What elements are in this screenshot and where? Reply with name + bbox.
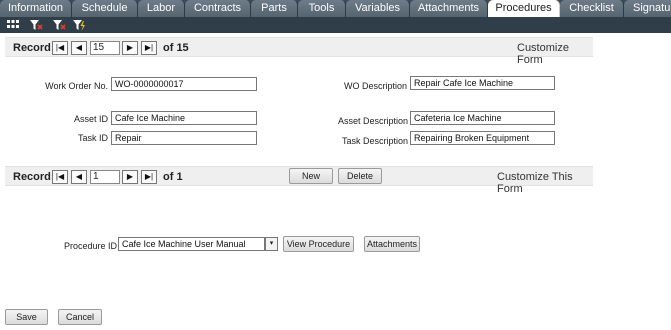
tab-information[interactable]: Information (0, 0, 72, 17)
last-icon: ▶| (144, 43, 154, 52)
previous-icon: ◀ (75, 172, 83, 181)
filter-clear-icon[interactable] (52, 18, 66, 32)
record-navigator-bottom: Record: |◀ ◀ 1 ▶ ▶| of 1 New Delete Cust… (5, 166, 593, 195)
first-record-button[interactable]: |◀ (52, 41, 68, 55)
asset-description-label: Asset Description (337, 116, 408, 126)
next-icon: ▶ (126, 43, 134, 52)
wo-no-label: Work Order No. (45, 81, 108, 91)
asset-id-label: Asset ID (73, 114, 108, 124)
tab-contracts[interactable]: Contracts (185, 0, 251, 17)
next-record-button[interactable]: ▶ (122, 41, 138, 55)
first-record-button[interactable]: |◀ (52, 170, 68, 184)
task-description-field[interactable]: Repairing Broken Equipment (410, 131, 555, 145)
tab-bar: Information Schedule Labor Contracts Par… (0, 0, 671, 17)
wo-description-label: WO Description (343, 81, 407, 91)
asset-description-field[interactable]: Cafeteria Ice Machine (410, 111, 555, 125)
previous-record-button[interactable]: ◀ (71, 41, 87, 55)
filter-lightning-icon[interactable] (72, 18, 86, 32)
next-icon: ▶ (126, 172, 134, 181)
attachments-button[interactable]: Attachments (364, 236, 420, 252)
record-count: of 15 (163, 42, 189, 54)
last-record-button[interactable]: ▶| (141, 170, 157, 184)
wo-description-field[interactable]: Repair Cafe Ice Machine (410, 76, 555, 90)
delete-button[interactable]: Delete (338, 168, 382, 184)
new-button[interactable]: New (289, 168, 333, 184)
cancel-button[interactable]: Cancel (58, 309, 102, 325)
record-number-input[interactable]: 15 (90, 41, 120, 55)
customize-form-link[interactable]: Customize Form (517, 42, 593, 66)
first-icon: |◀ (55, 172, 65, 181)
first-icon: |◀ (55, 43, 65, 52)
tab-parts[interactable]: Parts (251, 0, 298, 17)
record-number-input[interactable]: 1 (90, 170, 120, 184)
tab-variables[interactable]: Variables (346, 0, 410, 17)
task-id-label: Task ID (77, 133, 108, 143)
save-button[interactable]: Save (5, 309, 48, 325)
chevron-down-icon: ▾ (269, 240, 274, 247)
last-icon: ▶| (144, 172, 154, 181)
procedure-id-field[interactable]: Cafe Ice Machine User Manual (118, 237, 265, 251)
work-order-procedures-window: Information Schedule Labor Contracts Par… (0, 0, 671, 330)
toolbar (0, 17, 671, 33)
procedure-id-label: Procedure ID (63, 241, 117, 251)
task-id-field[interactable]: Repair (111, 131, 257, 145)
record-label: Record: (13, 171, 55, 183)
tab-attachments[interactable]: Attachments (410, 0, 488, 17)
previous-record-button[interactable]: ◀ (71, 170, 87, 184)
view-procedure-button[interactable]: View Procedure (283, 236, 354, 252)
task-description-label: Task Description (341, 136, 408, 146)
tab-signature[interactable]: Signatur (624, 0, 671, 17)
wo-no-field[interactable]: WO-0000000017 (111, 77, 257, 91)
tab-checklist[interactable]: Checklist (560, 0, 624, 17)
tab-schedule[interactable]: Schedule (72, 0, 138, 17)
record-label: Record: (13, 42, 55, 54)
procedure-dropdown-button[interactable]: ▾ (265, 237, 278, 251)
record-navigator-top: Record: |◀ ◀ 15 ▶ ▶| of 15 Customize For… (5, 37, 593, 66)
tab-procedures[interactable]: Procedures (488, 0, 560, 17)
tab-tools[interactable]: Tools (298, 0, 346, 17)
filter-icon[interactable] (29, 18, 43, 32)
customize-this-form-link[interactable]: Customize This Form (497, 171, 593, 195)
next-record-button[interactable]: ▶ (122, 170, 138, 184)
record-count: of 1 (163, 171, 183, 183)
grid-icon[interactable] (6, 18, 20, 32)
previous-icon: ◀ (75, 43, 83, 52)
last-record-button[interactable]: ▶| (141, 41, 157, 55)
asset-id-field[interactable]: Cafe Ice Machine (111, 111, 257, 125)
tab-labor[interactable]: Labor (138, 0, 185, 17)
